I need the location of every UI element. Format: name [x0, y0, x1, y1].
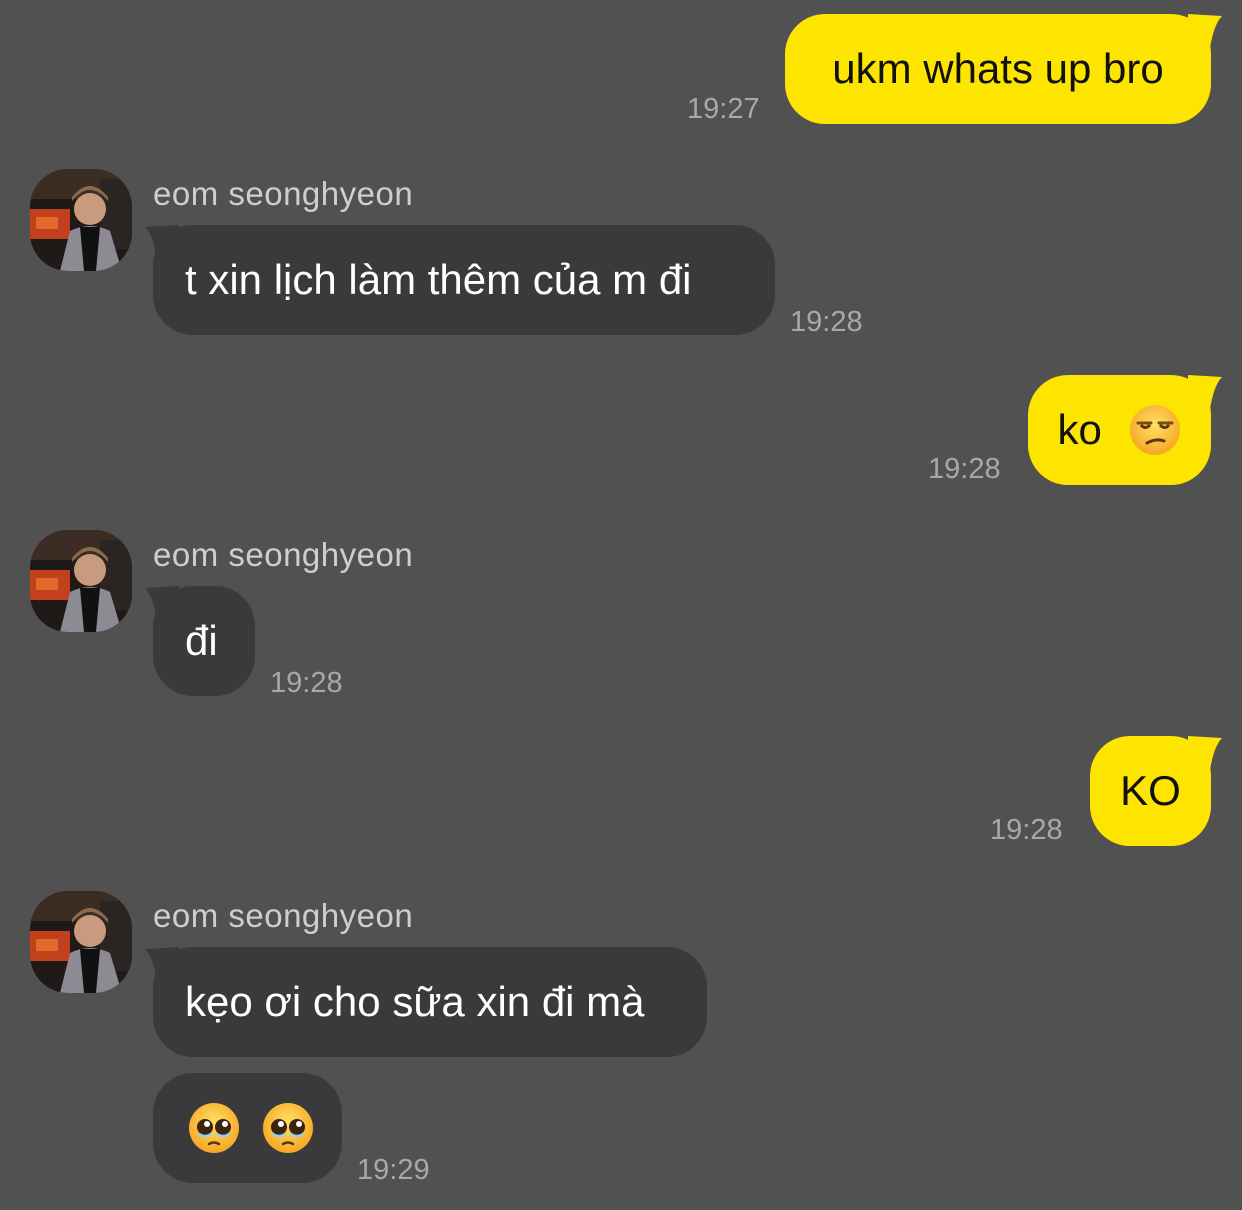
incoming-message-bubble[interactable]: t xin lịch làm thêm của m đi: [153, 225, 775, 335]
sender-avatar[interactable]: [30, 891, 132, 993]
bubble-tail: [1188, 736, 1222, 770]
chat-window[interactable]: ukm whats up bro 19:27 eom seonghyeon t …: [0, 0, 1242, 1210]
pleading-face-icon: [189, 1102, 239, 1153]
sender-avatar[interactable]: [30, 530, 132, 632]
bubble-tail: [145, 225, 179, 259]
sender-name: eom seonghyeon: [153, 897, 414, 934]
message-timestamp: 19:27: [687, 93, 760, 125]
message-text: đi: [185, 617, 218, 664]
bubble-tail: [1188, 375, 1222, 409]
sender-avatar[interactable]: [30, 169, 132, 271]
message-timestamp: 19:29: [357, 1154, 430, 1186]
message-text: ukm whats up bro: [832, 45, 1164, 92]
message-text: KO: [1120, 767, 1181, 814]
message-text: ko: [1057, 406, 1102, 453]
sender-name: eom seonghyeon: [153, 536, 414, 573]
message-timestamp: 19:28: [790, 306, 863, 338]
pleading-face-icon: [262, 1102, 313, 1153]
bubble-tail: [145, 586, 179, 620]
message-timestamp: 19:28: [270, 667, 343, 699]
message-text: kẹo ơi cho sữa xin đi mà: [185, 978, 645, 1025]
message-timestamp: 19:28: [928, 453, 1001, 485]
incoming-message-bubble[interactable]: kẹo ơi cho sữa xin đi mà: [153, 947, 707, 1057]
message-text: t xin lịch làm thêm của m đi: [185, 256, 692, 303]
outgoing-message-bubble[interactable]: ko: [1028, 375, 1211, 485]
incoming-message-bubble[interactable]: [153, 1073, 342, 1183]
bubble-tail: [1188, 14, 1222, 48]
unamused-face-icon: [1129, 404, 1180, 455]
message-timestamp: 19:28: [990, 814, 1063, 846]
bubble-tail: [145, 947, 179, 981]
sender-name: eom seonghyeon: [153, 175, 414, 212]
outgoing-message-bubble[interactable]: ukm whats up bro: [785, 14, 1211, 124]
